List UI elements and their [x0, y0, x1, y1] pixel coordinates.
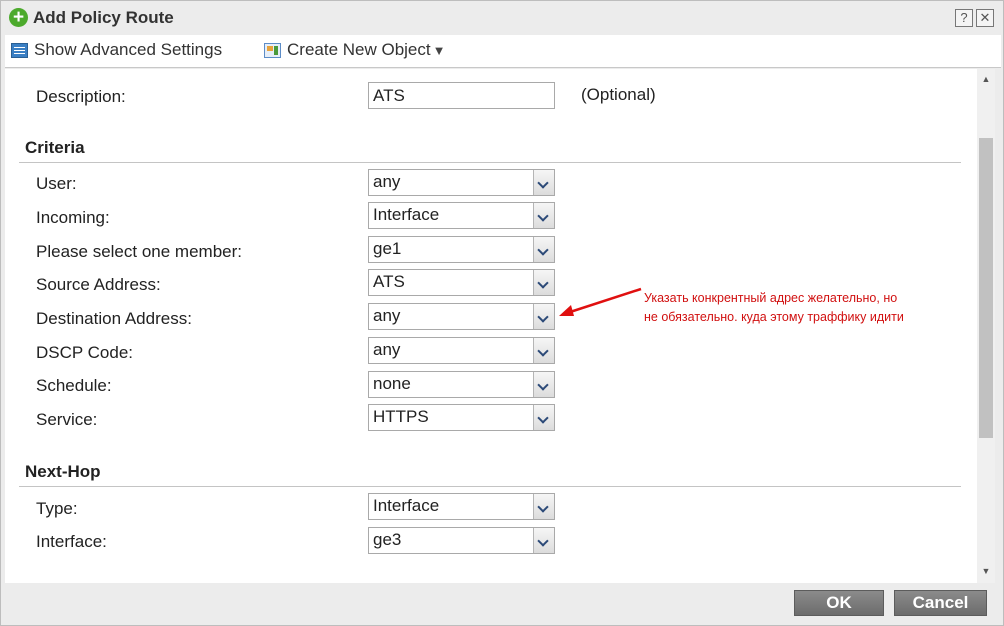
toolbar: Show Advanced Settings Create New Object…	[5, 35, 1001, 68]
chevron-down-icon	[533, 170, 554, 195]
ok-button[interactable]: OK	[794, 590, 884, 616]
dscp-code-label: DSCP Code:	[36, 343, 134, 362]
create-new-object-menu[interactable]: Create New Object ▼	[264, 40, 446, 60]
service-value: HTTPS	[373, 407, 429, 426]
annotation-line-2: не обязательно. куда этому траффику идит…	[644, 310, 904, 324]
incoming-select[interactable]: Interface	[368, 202, 555, 229]
service-select[interactable]: HTTPS	[368, 404, 555, 431]
vertical-scrollbar[interactable]: ▲ ▼	[977, 69, 995, 583]
chevron-down-icon	[533, 405, 554, 430]
chevron-down-icon	[533, 304, 554, 329]
add-policy-route-dialog: + Add Policy Route ? ✕ Show Advanced Set…	[0, 0, 1004, 626]
destination-address-value: any	[373, 306, 401, 325]
destination-address-select[interactable]: any	[368, 303, 555, 330]
description-label: Description:	[36, 87, 126, 106]
incoming-value: Interface	[373, 205, 440, 224]
caret-down-icon: ▼	[432, 42, 446, 58]
type-value: Interface	[373, 496, 440, 515]
settings-list-icon	[11, 42, 28, 58]
next-hop-divider	[19, 486, 961, 487]
description-input[interactable]	[368, 82, 555, 109]
create-new-object-label: Create New Object	[287, 40, 431, 59]
form-content: Description: (Optional) Criteria User: a…	[5, 69, 977, 583]
type-select[interactable]: Interface	[368, 493, 555, 520]
annotation-note: Указать конкрентный адрес желательно, но…	[644, 289, 964, 327]
schedule-value: none	[373, 374, 411, 393]
dscp-code-value: any	[373, 340, 401, 359]
close-button[interactable]: ✕	[976, 9, 994, 27]
add-icon: +	[9, 8, 28, 27]
interface-label: Interface:	[36, 532, 107, 551]
source-address-value: ATS	[373, 272, 405, 291]
interface-value: ge3	[373, 530, 402, 549]
show-advanced-settings-button[interactable]: Show Advanced Settings	[11, 40, 222, 60]
dialog-titlebar: + Add Policy Route ? ✕	[1, 1, 1003, 35]
member-select[interactable]: ge1	[368, 236, 555, 263]
annotation-arrow-icon	[559, 287, 642, 316]
user-value: any	[373, 172, 401, 191]
chevron-down-icon	[533, 203, 554, 228]
scroll-down-icon[interactable]: ▼	[977, 563, 995, 579]
interface-select[interactable]: ge3	[368, 527, 555, 554]
chevron-down-icon	[533, 338, 554, 363]
schedule-select[interactable]: none	[368, 371, 555, 398]
chevron-down-icon	[533, 372, 554, 397]
destination-address-label: Destination Address:	[36, 309, 192, 328]
source-address-label: Source Address:	[36, 275, 161, 294]
next-hop-title: Next-Hop	[25, 462, 101, 481]
show-advanced-settings-label: Show Advanced Settings	[34, 40, 223, 59]
user-select[interactable]: any	[368, 169, 555, 196]
chevron-down-icon	[533, 528, 554, 553]
chevron-down-icon	[533, 494, 554, 519]
annotation-line-1: Указать конкрентный адрес желательно, но	[644, 291, 898, 305]
scroll-up-icon[interactable]: ▲	[977, 71, 995, 87]
criteria-divider	[19, 162, 961, 163]
chevron-down-icon	[533, 270, 554, 295]
cancel-button[interactable]: Cancel	[894, 590, 987, 616]
dialog-title: Add Policy Route	[33, 8, 174, 27]
optional-hint: (Optional)	[581, 85, 656, 104]
member-label: Please select one member:	[36, 242, 242, 261]
schedule-label: Schedule:	[36, 376, 112, 395]
help-button[interactable]: ?	[955, 9, 973, 27]
chevron-down-icon	[533, 237, 554, 262]
scrollbar-thumb[interactable]	[979, 138, 993, 438]
member-value: ge1	[373, 239, 402, 258]
user-label: User:	[36, 174, 77, 193]
object-icon	[264, 42, 281, 58]
type-label: Type:	[36, 499, 78, 518]
criteria-title: Criteria	[25, 138, 85, 157]
dscp-code-select[interactable]: any	[368, 337, 555, 364]
incoming-label: Incoming:	[36, 208, 110, 227]
source-address-select[interactable]: ATS	[368, 269, 555, 296]
service-label: Service:	[36, 410, 98, 429]
